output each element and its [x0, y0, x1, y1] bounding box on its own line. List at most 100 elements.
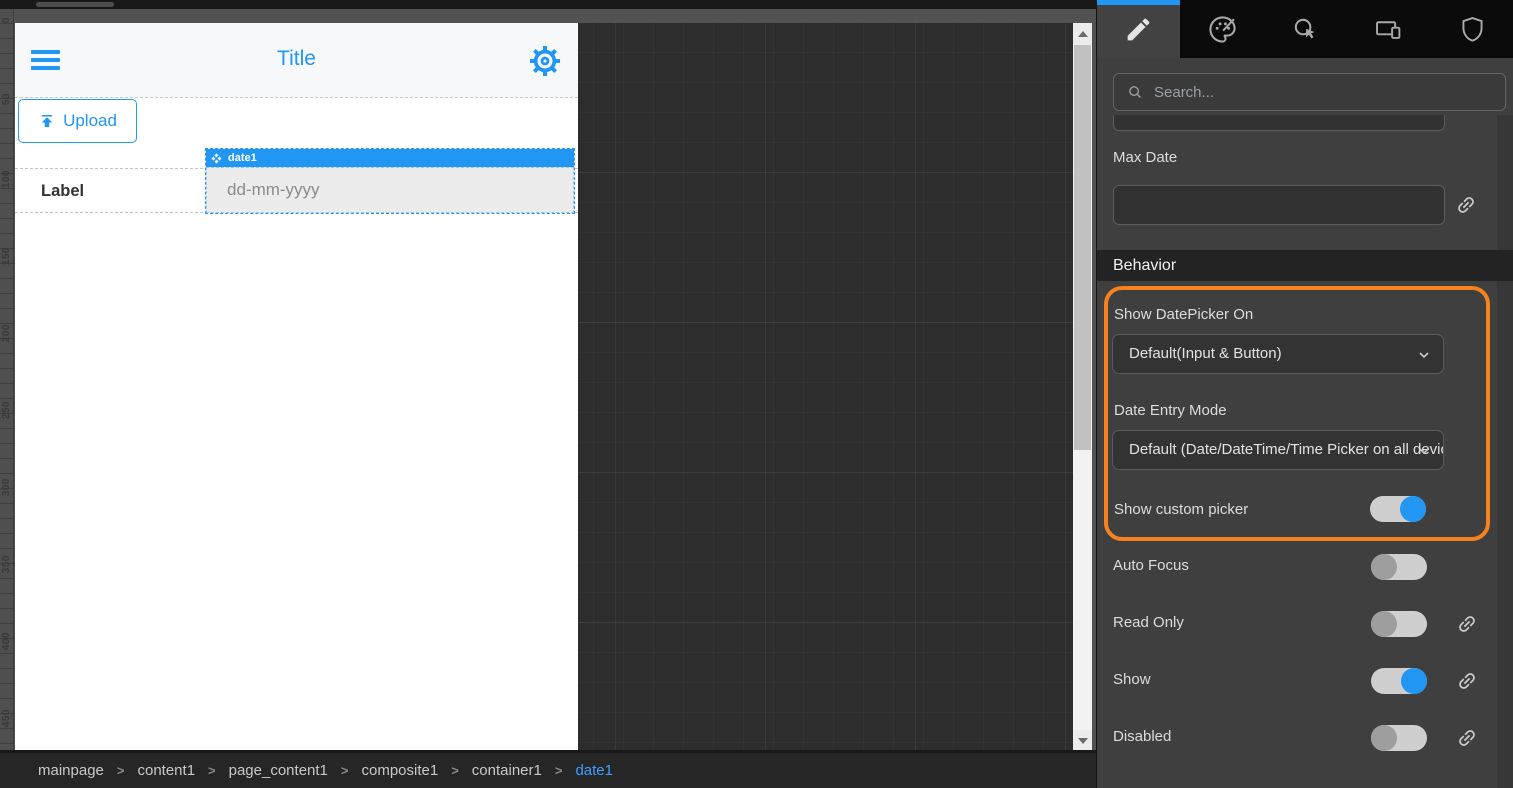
- shield-icon: [1458, 15, 1487, 44]
- ruler-label: 100: [1, 170, 13, 188]
- ruler-label: 300: [1, 478, 13, 496]
- upload-icon: [38, 112, 56, 130]
- max-date-label: Max Date: [1113, 149, 1177, 166]
- triangle-down-icon: [1078, 738, 1088, 744]
- scroll-up-button[interactable]: [1073, 23, 1092, 45]
- move-icon: [211, 153, 222, 164]
- ruler-label: 400: [1, 632, 13, 650]
- vertical-ruler: 0 50 100 150 200 250 300 350 400 450: [0, 9, 14, 750]
- disabled-label: Disabled: [1113, 728, 1171, 745]
- breadcrumb-item-content1[interactable]: content1: [137, 762, 195, 779]
- chevron-right-icon: >: [341, 763, 349, 778]
- bind-link-icon[interactable]: [1456, 613, 1478, 635]
- panel-tab-bar: [1097, 0, 1513, 58]
- canvas-grid-background: [578, 23, 1073, 750]
- field-label: Label: [41, 169, 84, 213]
- auto-focus-row: Auto Focus: [1097, 554, 1513, 580]
- read-only-toggle[interactable]: [1371, 611, 1427, 637]
- date-entry-mode-value: Default (Date/DateTime/Time Picker on al…: [1113, 431, 1443, 469]
- show-row: Show: [1097, 668, 1513, 694]
- ruler-label: 0: [1, 17, 13, 23]
- search-row: [1097, 58, 1513, 115]
- breadcrumb-item-date1-active[interactable]: date1: [575, 762, 613, 779]
- toggle-knob: [1371, 554, 1397, 580]
- bind-link-icon[interactable]: [1455, 194, 1477, 216]
- chevron-down-icon: [1416, 347, 1432, 363]
- disabled-row: Disabled: [1097, 725, 1513, 751]
- search-icon: [1127, 84, 1144, 101]
- tab-security[interactable]: [1431, 0, 1513, 58]
- pencil-icon: [1124, 15, 1153, 44]
- inspect-icon: [1291, 15, 1320, 44]
- toggle-knob: [1371, 725, 1397, 751]
- toggle-knob: [1400, 496, 1426, 522]
- max-date-input[interactable]: [1113, 185, 1445, 225]
- upload-button-label: Upload: [63, 111, 117, 131]
- ruler-label: 150: [1, 247, 13, 265]
- chevron-right-icon: >: [208, 763, 216, 778]
- date-input-field[interactable]: dd-mm-yyyy: [206, 167, 574, 213]
- ruler-label: 250: [1, 401, 13, 419]
- gear-icon[interactable]: [528, 44, 562, 78]
- show-datepicker-on-select[interactable]: Default(Input & Button): [1112, 334, 1444, 374]
- disabled-toggle[interactable]: [1371, 725, 1427, 751]
- read-only-label: Read Only: [1113, 614, 1184, 631]
- chevron-right-icon: >: [117, 763, 125, 778]
- bind-link-icon[interactable]: [1456, 727, 1478, 749]
- mobile-page-header: Title: [15, 23, 578, 98]
- clipped-input-above[interactable]: [1113, 115, 1445, 131]
- tab-devices[interactable]: [1347, 0, 1430, 58]
- toggle-knob: [1371, 611, 1397, 637]
- date-entry-mode-select[interactable]: Default (Date/DateTime/Time Picker on al…: [1112, 430, 1444, 470]
- breadcrumb-item-mainpage[interactable]: mainpage: [38, 762, 104, 779]
- scrollbar-thumb[interactable]: [1074, 45, 1091, 450]
- mobile-canvas: Title: [15, 23, 578, 750]
- toggle-knob: [1401, 668, 1427, 694]
- canvas-workspace: 0 50 100 150 200 250 300 350 400 450 Tit…: [0, 0, 1096, 788]
- breadcrumb-item-page-content1[interactable]: page_content1: [229, 762, 328, 779]
- chevron-right-icon: >: [555, 763, 563, 778]
- scroll-down-button[interactable]: [1073, 730, 1092, 752]
- canvas-vertical-scrollbar[interactable]: [1073, 23, 1092, 752]
- selected-date-widget[interactable]: date1 dd-mm-yyyy: [206, 149, 574, 213]
- horizontal-scrollbar-thumb[interactable]: [36, 2, 114, 7]
- show-custom-picker-label: Show custom picker: [1114, 501, 1248, 518]
- page-title: Title: [15, 47, 578, 71]
- search-input[interactable]: [1154, 84, 1474, 101]
- show-label: Show: [1113, 671, 1151, 688]
- bind-link-icon[interactable]: [1456, 670, 1478, 692]
- show-toggle[interactable]: [1371, 668, 1427, 694]
- palette-icon: [1208, 15, 1237, 44]
- tab-markup[interactable]: [1097, 0, 1180, 58]
- tab-inspect[interactable]: [1264, 0, 1347, 58]
- date-placeholder: dd-mm-yyyy: [207, 168, 573, 212]
- triangle-up-icon: [1078, 31, 1088, 37]
- widget-selection-bar[interactable]: date1: [206, 149, 574, 167]
- read-only-row: Read Only: [1097, 611, 1513, 637]
- show-custom-picker-toggle[interactable]: [1370, 496, 1426, 522]
- properties-scroll-area: Max Date Behavior Show DatePicker On Def…: [1097, 115, 1513, 788]
- auto-focus-label: Auto Focus: [1113, 557, 1189, 574]
- ruler-label: 200: [1, 324, 13, 342]
- ruler-label: 450: [1, 709, 13, 727]
- chevron-right-icon: >: [451, 763, 459, 778]
- app-builder-window: 0 50 100 150 200 250 300 350 400 450 Tit…: [0, 0, 1513, 788]
- chevron-down-icon: [1416, 443, 1432, 459]
- properties-panel: Max Date Behavior Show DatePicker On Def…: [1096, 0, 1513, 788]
- devices-icon: [1374, 15, 1403, 44]
- horizontal-scrollbar[interactable]: [0, 0, 1096, 9]
- breadcrumb-item-container1[interactable]: container1: [472, 762, 542, 779]
- search-box[interactable]: [1113, 73, 1506, 111]
- behavior-section-title: Behavior: [1113, 250, 1176, 281]
- auto-focus-toggle[interactable]: [1371, 554, 1427, 580]
- ruler-label: 50: [1, 93, 13, 105]
- behavior-section-header: Behavior: [1097, 250, 1513, 281]
- show-datepicker-on-value: Default(Input & Button): [1113, 335, 1443, 373]
- breadcrumb-item-composite1[interactable]: composite1: [361, 762, 438, 779]
- orange-highlight-box: Show DatePicker On Default(Input & Butto…: [1104, 286, 1490, 541]
- tab-styles[interactable]: [1180, 0, 1263, 58]
- breadcrumb: mainpage > content1 > page_content1 > co…: [0, 753, 1096, 788]
- upload-button[interactable]: Upload: [18, 99, 137, 143]
- date-entry-mode-label: Date Entry Mode: [1114, 402, 1227, 419]
- widget-name: date1: [228, 152, 257, 164]
